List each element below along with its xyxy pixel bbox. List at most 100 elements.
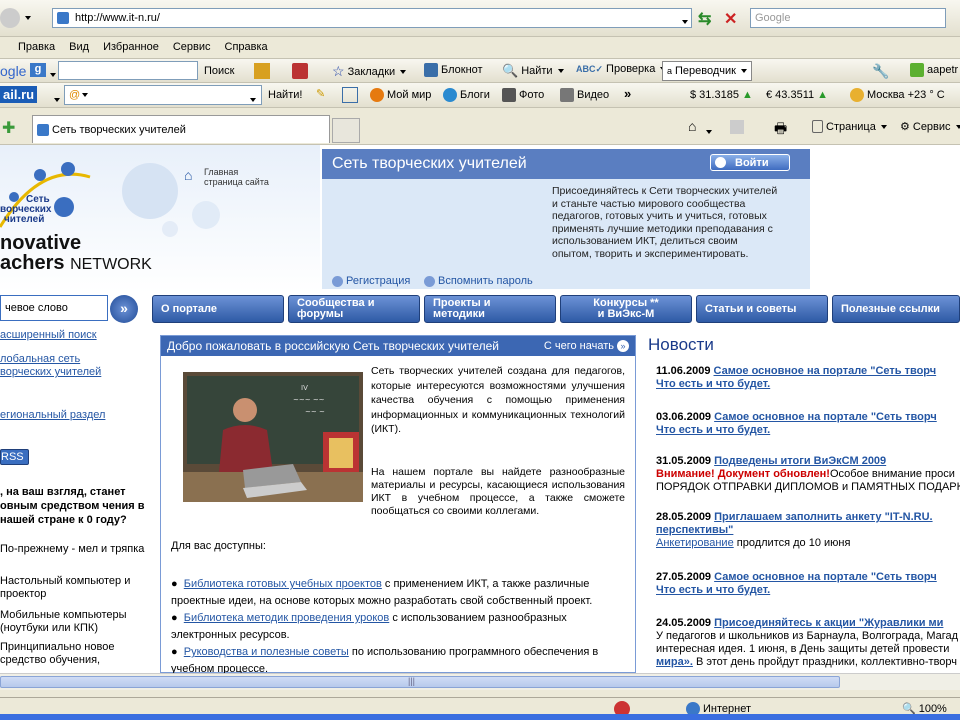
printer-icon[interactable]: 🖶 <box>774 118 787 142</box>
news-link[interactable]: Что есть и что будет. <box>656 378 770 390</box>
advanced-search-link[interactable]: асширенный поиск <box>0 329 97 341</box>
menu-view[interactable]: Вид <box>69 41 89 53</box>
star-icon: ☆ <box>332 63 345 79</box>
search-input[interactable]: Google <box>750 8 946 28</box>
news-link[interactable]: перспективы" <box>656 524 733 536</box>
user-button[interactable]: aapetr <box>910 63 958 77</box>
chevron-down-icon[interactable] <box>25 16 31 20</box>
google-search-input[interactable] <box>58 61 198 80</box>
nav-articles[interactable]: Статьи и советы <box>696 295 828 323</box>
bullet-projects: ● Библиотека готовых учебных проектов с … <box>171 578 593 607</box>
tools-menu-button[interactable]: ⚙ Сервис <box>900 120 960 133</box>
url-input[interactable]: http://www.it-n.ru/ <box>52 8 692 28</box>
wrench-icon[interactable]: 🔧 <box>872 63 889 79</box>
popup-blocker-icon[interactable] <box>292 63 308 79</box>
regional-section-link[interactable]: егиональный раздел <box>0 409 105 421</box>
home-icon[interactable]: ⌂ <box>184 167 192 183</box>
register-link[interactable]: Регистрация <box>332 275 410 287</box>
magnifier-icon: 🔍 <box>502 63 519 78</box>
methods-library-link[interactable]: Библиотека методик проведения уроков <box>184 612 389 624</box>
back-forward-group[interactable] <box>0 8 31 28</box>
news-link[interactable]: мира». <box>656 656 693 668</box>
poll-option-2[interactable]: Настольный компьютер и проектор <box>0 575 146 601</box>
arrow-circle-icon <box>424 275 435 287</box>
home-page-link[interactable]: Главная страница сайта <box>204 167 269 187</box>
menu-tools[interactable]: Сервис <box>173 41 211 53</box>
mailru-search-dropdown[interactable] <box>248 93 256 105</box>
nav-links[interactable]: Полезные ссылки <box>832 295 960 323</box>
poll-option-4[interactable]: Принципиально новое средство обучения, <box>0 641 146 667</box>
spellcheck-button[interactable]: ABC✓ Проверка <box>576 63 667 75</box>
news-link[interactable]: Что есть и что будет. <box>656 584 770 596</box>
menu-edit[interactable]: Правка <box>18 41 55 53</box>
available-label: Для вас доступны: <box>171 540 266 552</box>
notepad-button[interactable]: Блокнот <box>424 63 483 77</box>
projects-library-link[interactable]: Библиотека готовых учебных проектов <box>184 578 382 590</box>
news-link[interactable]: Приглашаем заполнить анкету "IT-N.RU. <box>714 511 932 523</box>
page-menu-button[interactable]: Страница <box>812 120 887 133</box>
nav-communities[interactable]: Сообщества и форумы <box>288 295 420 323</box>
new-tab-button[interactable] <box>332 118 360 143</box>
feeds-icon[interactable] <box>730 120 744 134</box>
url-dropdown-icon[interactable] <box>680 15 688 27</box>
back-arrow-icon[interactable] <box>0 8 20 28</box>
rss-badge[interactable]: RSS <box>0 449 29 465</box>
puzzle-icon[interactable] <box>254 63 270 79</box>
video-button[interactable]: Видео <box>560 88 609 102</box>
bullet-methods: ● Библиотека методик проведения уроков с… <box>171 612 567 641</box>
more-chevron-icon[interactable]: » <box>624 86 631 101</box>
horizontal-scrollbar[interactable]: ||| <box>0 673 960 690</box>
poll-option-1[interactable]: По-прежнему - мел и тряпка <box>0 543 146 556</box>
scrollbar-thumb[interactable] <box>0 676 840 688</box>
news-link[interactable]: Самое основное на портале "Сеть творч <box>714 365 937 377</box>
window-icon[interactable] <box>342 87 358 103</box>
mailru-logo: ail.ru <box>0 86 38 103</box>
translator-button[interactable]: a Переводчик <box>662 61 752 81</box>
google-menu-icon[interactable] <box>48 68 56 80</box>
news-link[interactable]: Подведены итоги ВиЭкСМ 2009 <box>714 455 886 467</box>
web-page-content: Сеть ворческих чителей novative achers N… <box>0 145 960 673</box>
news-link[interactable]: Что есть и что будет. <box>656 424 770 436</box>
home-icon[interactable]: ⌂ <box>688 118 696 134</box>
join-text: Присоединяйтесь к Сети творческих учител… <box>552 185 778 260</box>
weather-widget[interactable]: Москва +23 ° C <box>850 88 945 102</box>
up-triangle-icon: ▲ <box>817 89 829 101</box>
survey-link[interactable]: Анкетирование <box>656 537 734 549</box>
menu-help[interactable]: Справка <box>225 41 268 53</box>
login-button[interactable]: Войти <box>710 154 790 171</box>
nav-contests[interactable]: Конкурсы ** и ВиЭкс-М <box>560 295 692 323</box>
find-button[interactable]: 🔍 Найти <box>502 63 564 79</box>
news-item-2: 03.06.2009 Самое основное на портале "Се… <box>656 411 937 436</box>
mailru-find-button[interactable]: Найти! <box>268 89 302 101</box>
mailru-menu-icon[interactable] <box>52 93 60 105</box>
stop-icon[interactable]: ✕ <box>724 9 744 28</box>
tab-active[interactable]: Сеть творческих учителей <box>32 115 330 143</box>
home-dropdown-icon[interactable] <box>704 125 712 137</box>
myworld-button[interactable]: Мой мир <box>370 88 431 102</box>
photo-button[interactable]: Фото <box>502 88 544 102</box>
site-header-left: Сеть ворческих чителей novative achers N… <box>0 145 320 293</box>
up-triangle-icon: ▲ <box>741 89 753 101</box>
global-network-link[interactable]: лобальная сеть ворческих учителей <box>0 353 101 379</box>
news-link[interactable]: Присоединяйтесь к акции "Журавлики ми <box>714 617 943 629</box>
remember-password-link[interactable]: Вспомнить пароль <box>424 275 533 287</box>
eur-rate: € 43.3511 ▲ <box>766 89 829 101</box>
blogs-button[interactable]: Блоги <box>443 88 490 102</box>
news-item-1: 11.06.2009 Самое основное на портале "Се… <box>656 365 937 390</box>
svg-text:~~~ ~~: ~~~ ~~ <box>293 396 325 404</box>
news-link[interactable]: Самое основное на портале "Сеть творч <box>714 411 937 423</box>
where-to-start-link[interactable]: С чего начать» <box>544 340 629 352</box>
mailru-search-input[interactable]: @ <box>64 85 262 105</box>
menu-favorites[interactable]: Избранное <box>103 41 159 53</box>
news-link[interactable]: Самое основное на портале "Сеть творч <box>714 571 937 583</box>
google-g-icon[interactable]: g <box>30 63 46 77</box>
pencil-icon[interactable]: ✎ <box>316 87 332 103</box>
poll-option-3[interactable]: Мобильные компьютеры (ноутбуки или КПК) <box>0 609 146 635</box>
nav-projects[interactable]: Проекты и методики <box>424 295 556 323</box>
search-button[interactable]: Поиск <box>204 65 234 77</box>
guides-link[interactable]: Руководства и полезные советы <box>184 646 349 658</box>
refresh-icon[interactable]: ⇆ <box>698 9 718 28</box>
favorites-star-icon[interactable]: ✚ <box>2 118 15 138</box>
nav-about[interactable]: О портале <box>152 295 284 323</box>
bookmarks-button[interactable]: ☆ Закладки <box>332 63 407 80</box>
